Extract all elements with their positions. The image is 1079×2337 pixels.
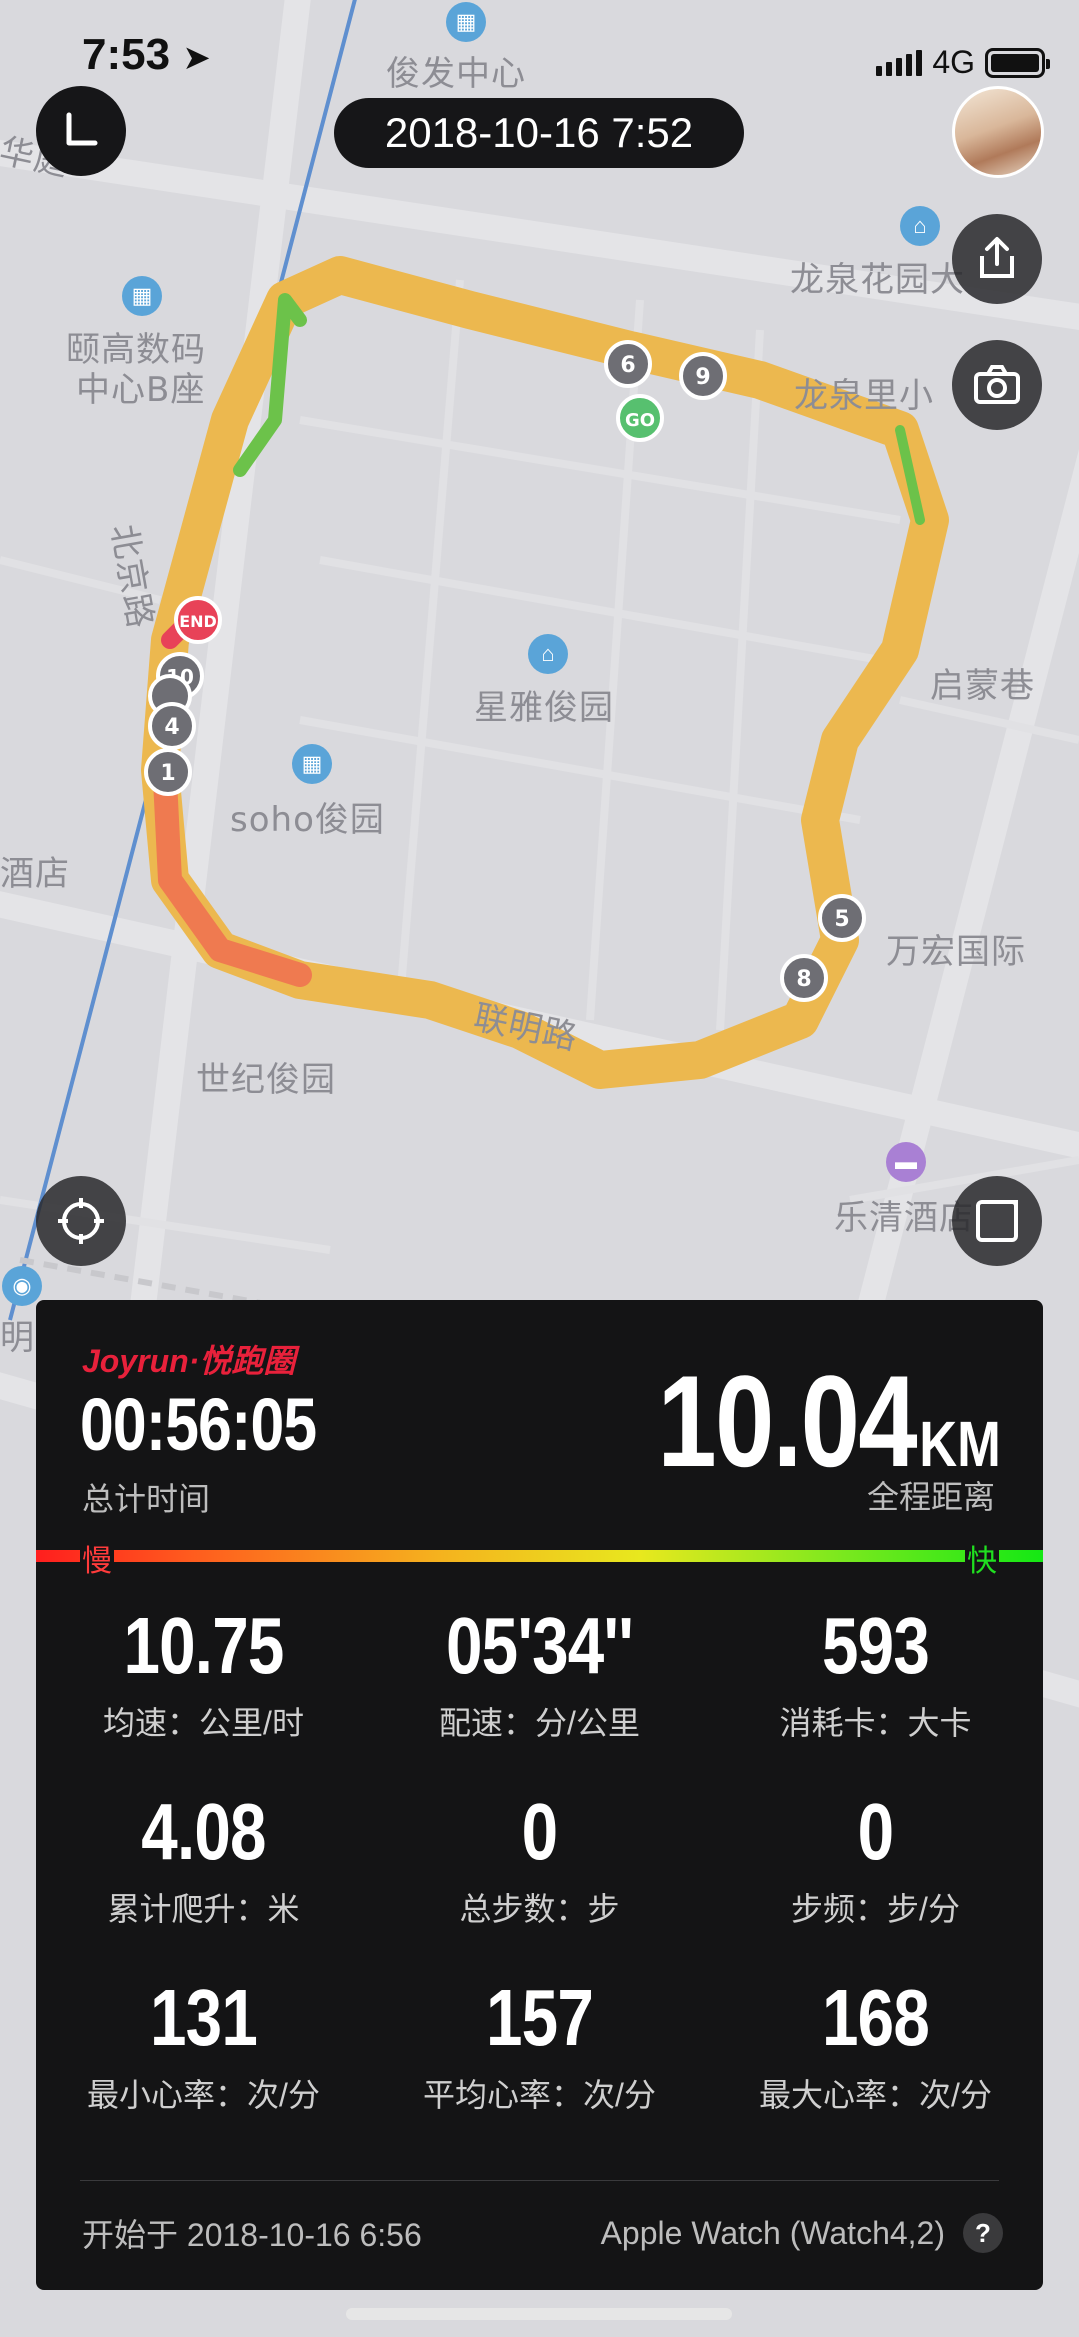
status-indicators: 4G [876, 44, 1050, 81]
pace-gradient-bar [36, 1550, 1043, 1562]
svg-text:9: 9 [695, 365, 710, 390]
back-button[interactable] [36, 86, 126, 176]
stat-value: 10.75 [123, 1601, 284, 1690]
l-corner-icon [66, 112, 98, 146]
home-indicator[interactable] [346, 2308, 732, 2320]
km-marker-4: 4 [148, 702, 196, 750]
stat-label: 最大心率：次/分 [759, 2077, 992, 2113]
brand-logo: Joyrun·悦跑圈 [82, 1343, 296, 1379]
camera-icon [974, 365, 1020, 404]
svg-text:4: 4 [164, 715, 179, 740]
battery-icon [985, 47, 1050, 78]
stat-cadence: 0 步频：步/分 [708, 1786, 1043, 1930]
svg-text:8: 8 [796, 967, 811, 992]
stat-pace: 05'34'' 配速：分/公里 [372, 1600, 707, 1744]
camera-button[interactable] [952, 340, 1042, 430]
stat-value: 131 [149, 1973, 258, 2062]
network-type: 4G [932, 44, 975, 80]
device-name: Apple Watch (Watch4,2) [600, 2214, 945, 2251]
user-avatar[interactable] [952, 86, 1044, 178]
stat-avg-heart-rate: 157 平均心率：次/分 [372, 1972, 707, 2116]
stat-label: 总步数：步 [459, 1891, 620, 1927]
divider [80, 2180, 999, 2181]
svg-text:6: 6 [620, 353, 635, 378]
start-time: 开始于 2018-10-16 6:56 [82, 2217, 422, 2253]
stat-max-heart-rate: 168 最大心率：次/分 [708, 1972, 1043, 2116]
signal-icon [876, 49, 923, 76]
stat-label: 最小心率：次/分 [87, 2077, 320, 2113]
stat-label: 配速：分/公里 [439, 1705, 640, 1741]
svg-text:1: 1 [160, 761, 175, 786]
device-info: Apple Watch (Watch4,2) ? [601, 2213, 1003, 2253]
total-duration-label: 总计时间 [82, 1481, 211, 1517]
stat-elevation-gain: 4.08 累计爬升：米 [36, 1786, 371, 1930]
help-button[interactable]: ? [963, 2213, 1003, 2253]
stat-label: 累计爬升：米 [107, 1891, 300, 1927]
stat-value: 593 [821, 1601, 930, 1690]
km-marker-5: 5 [818, 894, 866, 942]
svg-text:GO: GO [625, 410, 655, 431]
expand-button[interactable] [952, 1176, 1042, 1266]
stat-value: 157 [485, 1973, 594, 2062]
go-marker: GO [616, 394, 664, 442]
svg-text:END: END [179, 612, 217, 631]
summary-footer: 开始于 2018-10-16 6:56 Apple Watch (Watch4,… [82, 2210, 1003, 2256]
total-duration: 00:56:05 [80, 1383, 317, 1466]
stat-value: 0 [857, 1787, 894, 1876]
share-icon [980, 237, 1014, 278]
distance-unit: KM [919, 1408, 1001, 1480]
stat-calories: 593 消耗卡：大卡 [708, 1600, 1043, 1744]
stat-total-steps: 0 总步数：步 [372, 1786, 707, 1930]
stat-min-heart-rate: 131 最小心率：次/分 [36, 1972, 371, 2116]
svg-text:5: 5 [834, 907, 849, 932]
stat-value: 05'34'' [445, 1601, 634, 1690]
km-marker-8: 8 [780, 954, 828, 1002]
locate-icon [58, 1198, 104, 1244]
fast-label: 快 [965, 1536, 999, 1580]
run-datetime: 2018-10-16 7:52 [334, 98, 744, 168]
run-summary-card: Joyrun·悦跑圈 00:56:05 总计时间 10.04 KM 全程距离 慢… [36, 1300, 1043, 2290]
stat-label: 平均心率：次/分 [423, 2077, 656, 2113]
stat-value: 0 [521, 1787, 558, 1876]
status-time: 7:53 ➤ [82, 30, 211, 80]
km-marker-1: 1 [144, 748, 192, 796]
stat-label: 均速：公里/时 [103, 1705, 304, 1741]
stat-value: 168 [821, 1973, 930, 2062]
km-marker-9: 9 [679, 352, 727, 400]
end-marker: END [174, 596, 222, 644]
stat-value: 4.08 [141, 1787, 266, 1876]
total-distance-label: 全程距离 [866, 1479, 995, 1515]
locate-button[interactable] [36, 1176, 126, 1266]
stat-label: 步频：步/分 [791, 1891, 960, 1927]
stat-label: 消耗卡：大卡 [779, 1705, 972, 1741]
location-arrow-icon: ➤ [182, 39, 211, 77]
expand-icon [976, 1200, 1018, 1242]
stat-avg-speed: 10.75 均速：公里/时 [36, 1600, 371, 1744]
slow-label: 慢 [80, 1536, 114, 1580]
share-button[interactable] [952, 214, 1042, 304]
status-time-text: 7:53 [82, 30, 171, 79]
km-marker-6: 6 [604, 340, 652, 388]
